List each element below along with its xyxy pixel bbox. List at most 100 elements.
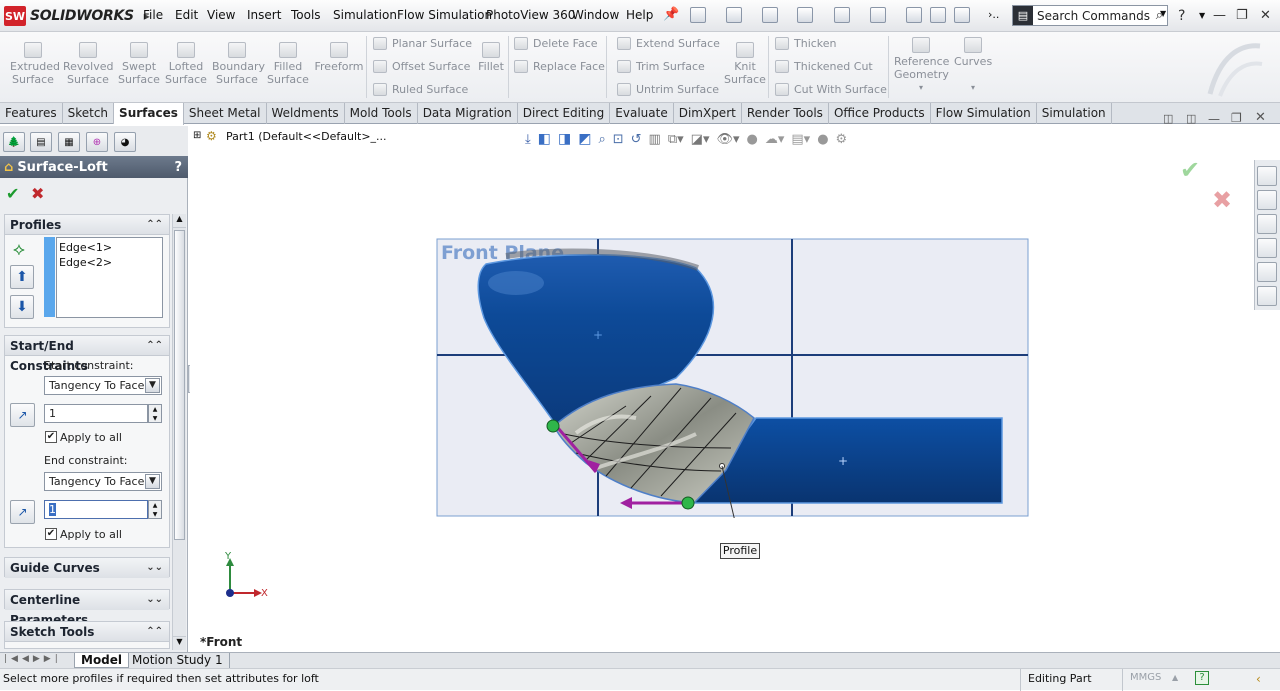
profiles-list[interactable]: Edge<1> Edge<2>	[56, 237, 163, 318]
tab-dimxpert[interactable]: DimXpert	[674, 103, 742, 124]
untrim-surface-button[interactable]: Untrim Surface	[617, 83, 719, 96]
centerline-header[interactable]: Centerline Parameters ⌄⌄	[5, 590, 169, 627]
open-icon[interactable]	[726, 7, 742, 23]
view-orientation-dropdown-icon[interactable]: ⧉▾	[668, 132, 684, 147]
custom-properties-icon[interactable]	[1257, 286, 1277, 306]
search-input[interactable]: Search Commands	[1033, 9, 1150, 23]
select-icon[interactable]	[870, 7, 886, 23]
view-orientation-icon[interactable]: ⤓	[525, 132, 531, 147]
start-tangent-length-input[interactable]: 1	[44, 404, 148, 423]
menu-window[interactable]: Window	[572, 8, 619, 22]
cut-with-surface-button[interactable]: Cut With Surface	[775, 83, 887, 96]
restore-icon[interactable]: ❐	[1236, 8, 1248, 23]
display-manager-icon[interactable]: ◕	[114, 132, 136, 152]
knit-surface-button[interactable]: Knit Surface	[724, 42, 766, 86]
feature-tree-icon[interactable]: 🌲	[3, 132, 25, 152]
move-up-button[interactable]: ⬆	[10, 265, 34, 289]
dimxpert-icon[interactable]: ⊕	[86, 132, 108, 152]
print-icon[interactable]	[797, 7, 813, 23]
tree-part-label[interactable]: Part1 (Default<<Default>_...	[226, 130, 387, 143]
profiles-header[interactable]: Profiles ⌃⌃	[5, 215, 169, 235]
view-palette-icon[interactable]	[1257, 238, 1277, 258]
model-graphics[interactable]: Front Plane + +	[436, 238, 1030, 518]
property-manager-icon[interactable]: ▤	[30, 132, 52, 152]
section-view-icon[interactable]: ▥	[649, 132, 661, 147]
lofted-surface-button[interactable]: Lofted Surface	[164, 42, 208, 86]
hide-show-icon[interactable]: 👁▾	[716, 132, 739, 147]
end-constraint-select[interactable]: Tangency To Face ▼	[44, 472, 162, 491]
menu-flow-simulation[interactable]: Flow Simulation	[397, 8, 492, 22]
sketch-tools-header[interactable]: Sketch Tools ⌃⌃	[5, 622, 169, 642]
menu-simulation[interactable]: Simulation	[333, 8, 397, 22]
display-style-icon[interactable]: ◪▾	[691, 132, 710, 147]
close-icon[interactable]: ✕	[1260, 8, 1271, 23]
confirm-ok-icon[interactable]: ✔	[1180, 156, 1200, 184]
tab-simulation[interactable]: Simulation	[1037, 103, 1112, 124]
centerline-group[interactable]: Centerline Parameters ⌄⌄	[4, 589, 170, 627]
rebuild-icon[interactable]	[906, 7, 922, 23]
chevron-down-icon[interactable]: ▼	[1160, 9, 1166, 18]
profile-callout[interactable]: Profile	[720, 543, 760, 559]
confirm-cancel-icon[interactable]: ✖	[1212, 186, 1232, 214]
tab-render-tools[interactable]: Render Tools	[742, 103, 829, 124]
new-document-icon[interactable]	[690, 7, 706, 23]
zoom-area-icon[interactable]: ⊡	[613, 132, 624, 147]
appearances-icon[interactable]	[1257, 262, 1277, 282]
scroll-thumb[interactable]	[174, 230, 185, 540]
zoom-to-fit-icon[interactable]: ⌕	[598, 132, 605, 147]
property-manager-scrollbar[interactable]: ▲ ▼	[172, 214, 186, 650]
tab-weldments[interactable]: Weldments	[267, 103, 345, 124]
start-constraint-select[interactable]: Tangency To Face ▼	[44, 376, 162, 395]
tab-features[interactable]: Features	[0, 103, 63, 124]
doc-restore-icon[interactable]: ❐	[1231, 111, 1242, 125]
guide-curves-header[interactable]: Guide Curves ⌄⌄	[5, 558, 169, 578]
more-commands-icon[interactable]: ›..	[988, 8, 999, 21]
chevron-up-icon[interactable]: ▲	[1172, 673, 1178, 682]
replace-face-button[interactable]: Replace Face	[514, 60, 605, 73]
file-explorer-icon[interactable]	[1257, 214, 1277, 234]
offset-surface-button[interactable]: Offset Surface	[373, 60, 470, 73]
iso-view-icon[interactable]: ◩	[578, 131, 591, 147]
move-down-button[interactable]: ⬇	[10, 295, 34, 319]
tile-right-icon[interactable]: ◫	[1186, 112, 1196, 125]
tab-sheet-metal[interactable]: Sheet Metal	[184, 103, 267, 124]
file-properties-icon[interactable]	[930, 7, 946, 23]
unit-system[interactable]: MMGS	[1130, 672, 1161, 683]
menu-photoview[interactable]: PhotoView 360	[486, 8, 575, 22]
swept-surface-button[interactable]: Swept Surface	[118, 42, 160, 86]
chevron-down-icon[interactable]: ▼	[1199, 11, 1205, 20]
resources-icon[interactable]	[1257, 166, 1277, 186]
save-icon[interactable]	[762, 7, 778, 23]
tab-surfaces[interactable]: Surfaces	[114, 103, 184, 125]
tab-mold-tools[interactable]: Mold Tools	[345, 103, 418, 124]
tab-direct-editing[interactable]: Direct Editing	[518, 103, 611, 124]
menu-view[interactable]: View	[207, 8, 235, 22]
menu-file[interactable]: File	[143, 8, 163, 22]
rebuild-status-icon[interactable]: ‹	[1256, 672, 1261, 686]
configuration-manager-icon[interactable]: ▦	[58, 132, 80, 152]
tab-model[interactable]: Model	[74, 653, 130, 668]
curves-button[interactable]: Curves ▾	[954, 37, 992, 94]
view-settings-icon[interactable]: ▤▾	[791, 132, 810, 147]
end-tangent-length-input[interactable]: 1	[44, 500, 148, 519]
boundary-surface-button[interactable]: Boundary Surface	[212, 42, 265, 86]
realview-icon[interactable]: ●	[817, 132, 828, 147]
thickened-cut-button[interactable]: Thickened Cut	[775, 60, 873, 73]
doc-minimize-icon[interactable]: —	[1208, 112, 1220, 126]
tree-expand-icon[interactable]: ⊞	[193, 130, 201, 141]
end-length-spinner[interactable]: ▲ ▼	[148, 500, 162, 519]
start-length-spinner[interactable]: ▲ ▼	[148, 404, 162, 423]
options-icon[interactable]	[954, 7, 970, 23]
pin-icon[interactable]: 📌	[663, 7, 679, 22]
trim-surface-button[interactable]: Trim Surface	[617, 60, 705, 73]
list-item[interactable]: Edge<2>	[57, 254, 162, 271]
design-library-icon[interactable]	[1257, 190, 1277, 210]
tab-office-products[interactable]: Office Products	[829, 103, 931, 124]
tab-sketch[interactable]: Sketch	[63, 103, 115, 124]
constraints-header[interactable]: Start/End Constraints ⌃⌃	[5, 336, 169, 373]
tile-left-icon[interactable]: ◫	[1163, 112, 1173, 125]
menu-help[interactable]: Help	[626, 8, 653, 22]
ok-icon[interactable]: ✔	[6, 184, 19, 203]
tab-flow-simulation[interactable]: Flow Simulation	[931, 103, 1037, 124]
tab-data-migration[interactable]: Data Migration	[418, 103, 518, 124]
